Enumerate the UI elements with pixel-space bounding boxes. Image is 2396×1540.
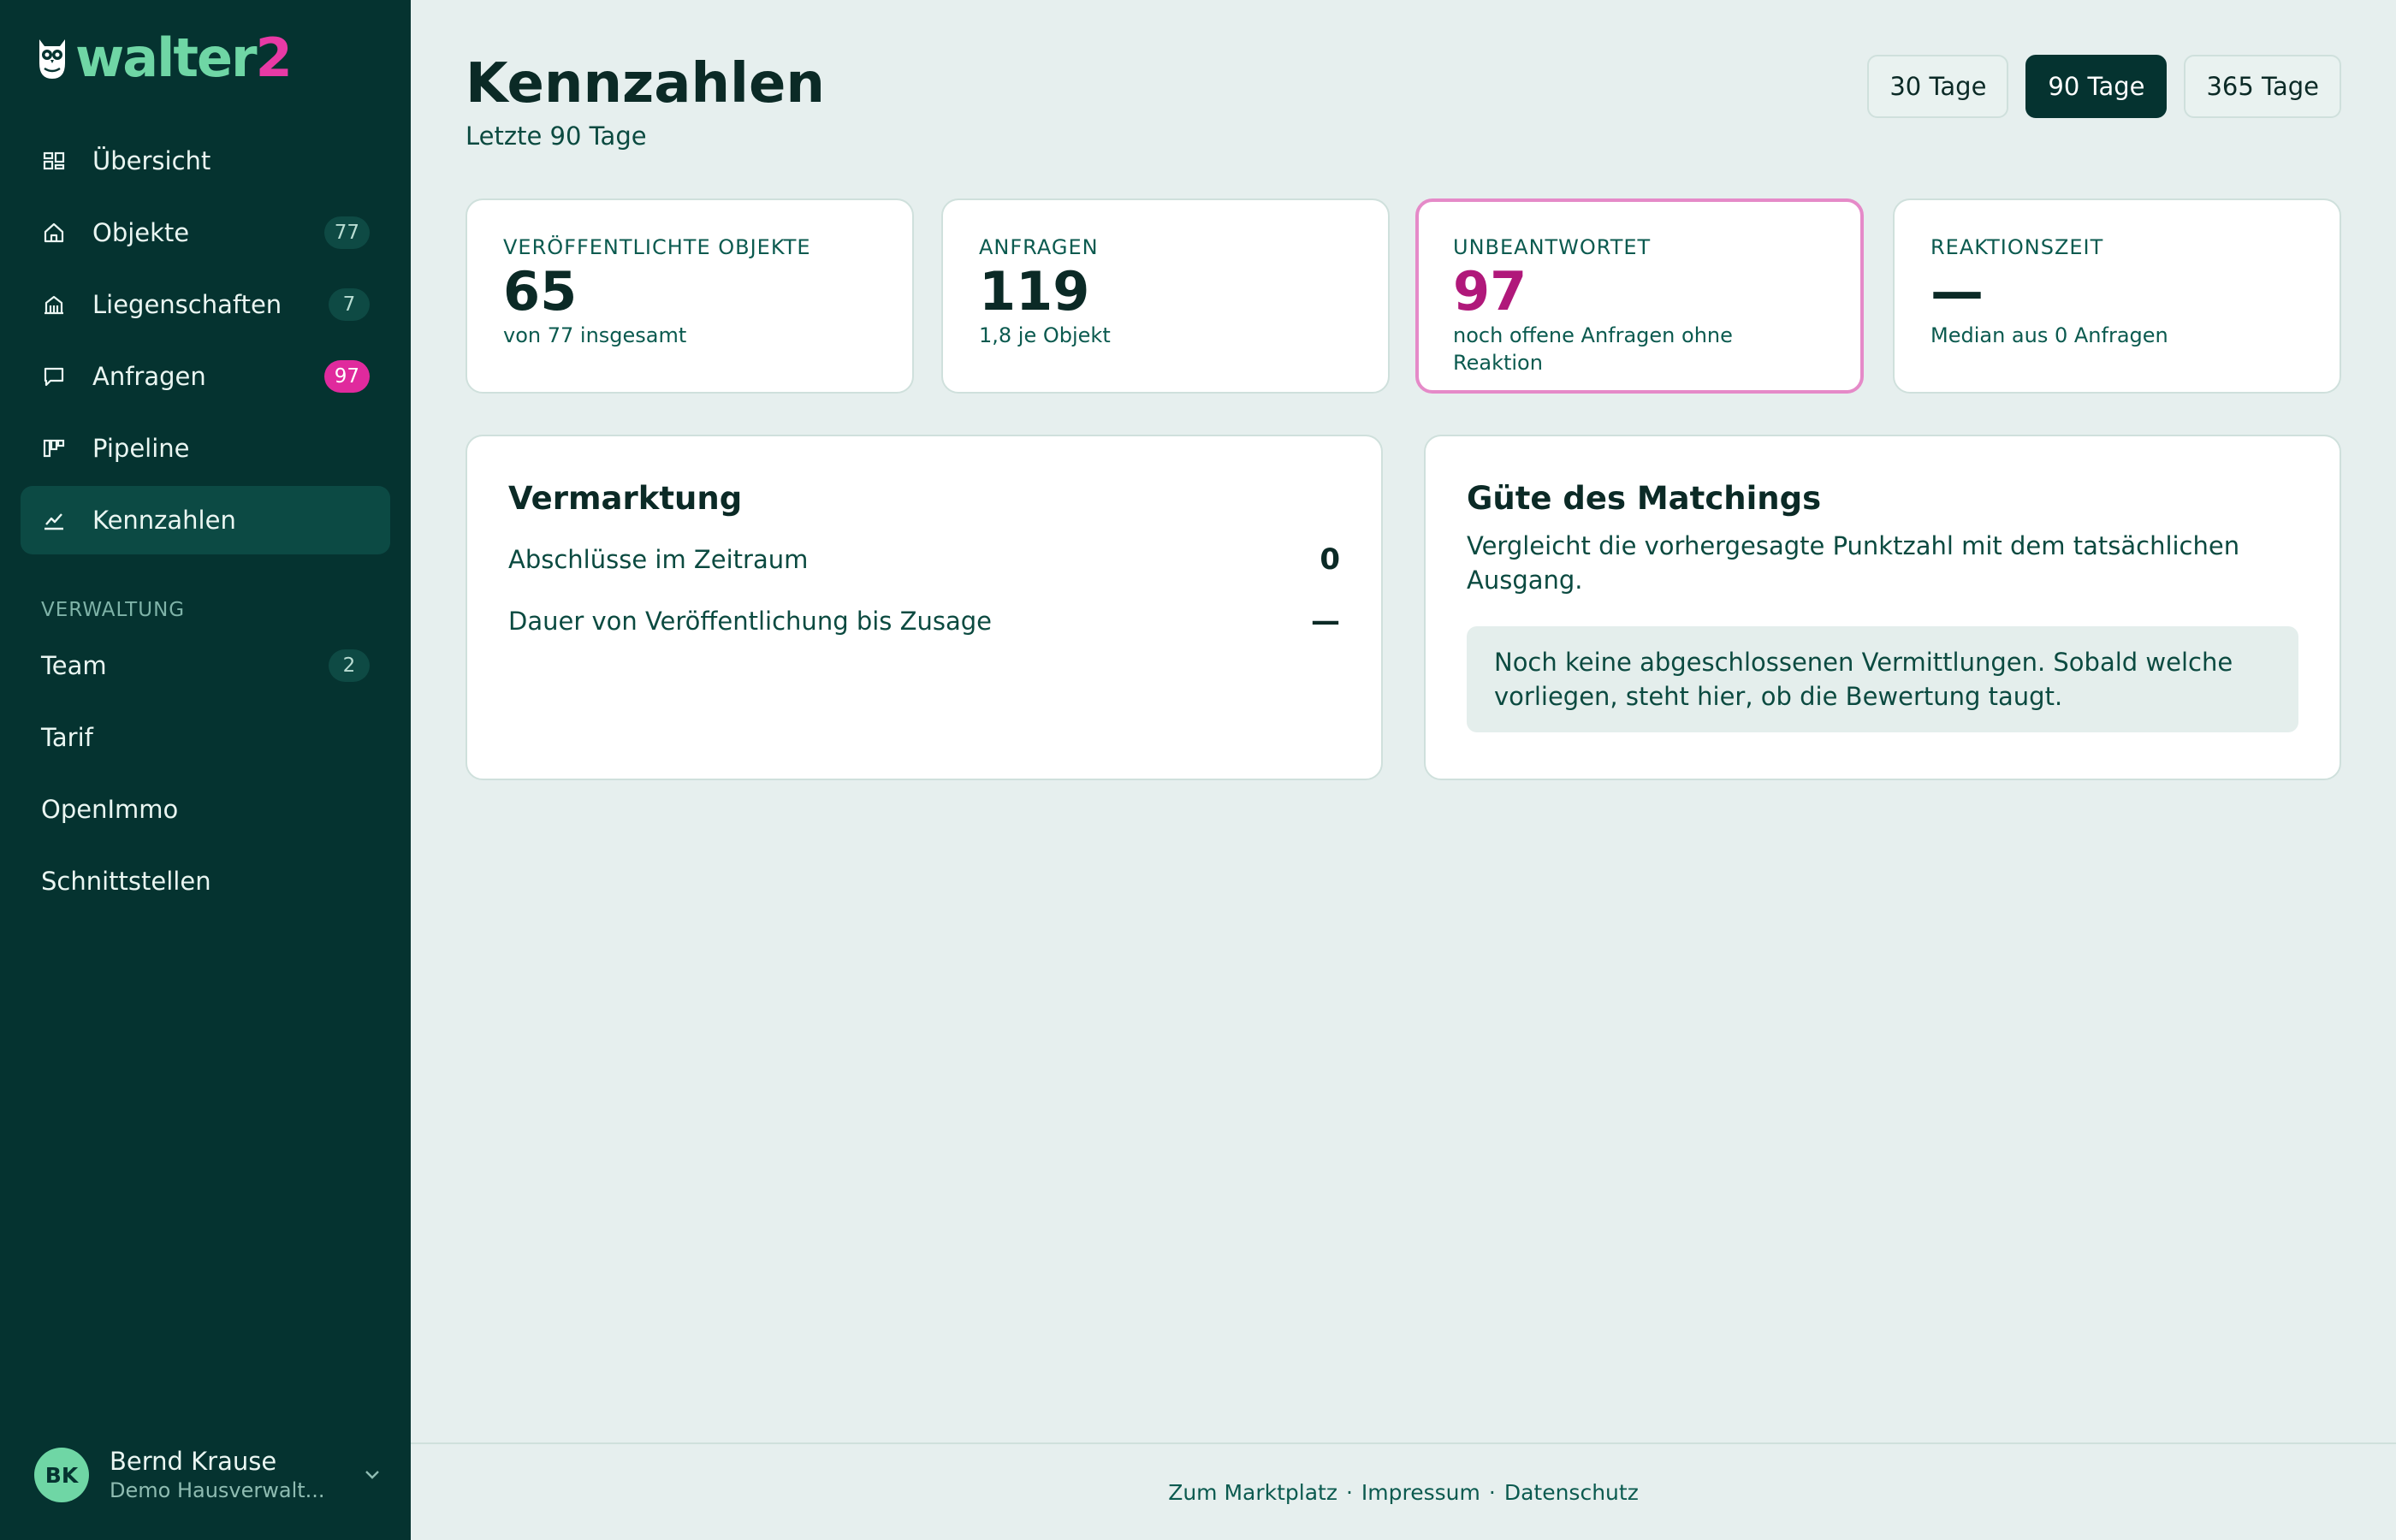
- panel-title: Vermarktung: [508, 480, 743, 517]
- stat-subtext: Median aus 0 Anfragen: [1930, 323, 2168, 347]
- footer: Zum Marktplatz · Impressum · Datenschutz: [411, 1442, 2396, 1540]
- sidebar: walter2 Übersicht Objekte 77 Liegenschaf…: [0, 0, 411, 1540]
- user-menu[interactable]: BK Bernd Krause Demo Hausverwalt...: [34, 1446, 385, 1504]
- nav-label: Team: [41, 651, 107, 680]
- nav-label: OpenImmo: [41, 795, 179, 824]
- stat-label: VERÖFFENTLICHTE OBJEKTE: [503, 235, 811, 259]
- user-info: Bernd Krause Demo Hausverwalt...: [110, 1446, 341, 1504]
- stat-value: 65: [503, 260, 578, 323]
- stat-label: UNBEANTWORTET: [1453, 235, 1652, 259]
- user-org: Demo Hausverwalt...: [110, 1478, 325, 1502]
- stat-value: 97: [1453, 260, 1527, 323]
- chat-icon: [41, 364, 67, 389]
- stat-subtext: 1,8 je Objekt: [979, 323, 1111, 347]
- panel-description: Vergleicht die vorhergesagte Punktzahl m…: [1467, 531, 2240, 595]
- matching-panel: Güte des Matchings Vergleicht die vorher…: [1424, 435, 2341, 780]
- home-icon: [41, 220, 67, 246]
- stat-label: REAKTIONSZEIT: [1930, 235, 2104, 259]
- nav-item-liegenschaften[interactable]: Liegenschaften 7: [21, 270, 390, 339]
- nav-item-schnittstellen[interactable]: Schnittstellen: [21, 847, 390, 915]
- building-icon: [41, 292, 67, 317]
- stat-label: ANFRAGEN: [979, 235, 1099, 259]
- count-badge: 2: [329, 649, 370, 682]
- range-selector: 30 Tage 90 Tage 365 Tage: [1867, 55, 2341, 118]
- brand-logo[interactable]: walter2: [34, 27, 293, 89]
- nav-label: Pipeline: [92, 434, 190, 463]
- nav-label: Objekte: [92, 218, 190, 247]
- page-subtitle: Letzte 90 Tage: [466, 121, 647, 151]
- nav-label: Übersicht: [92, 146, 211, 175]
- chart-line-icon: [41, 507, 67, 533]
- brand-wordmark: walter2: [75, 27, 293, 89]
- nav-label: Liegenschaften: [92, 290, 282, 319]
- chevron-down-icon[interactable]: [359, 1461, 385, 1487]
- footer-link-marktplatz[interactable]: Zum Marktplatz: [1168, 1480, 1337, 1505]
- range-30-button[interactable]: 30 Tage: [1867, 55, 2009, 118]
- footer-link-datenschutz[interactable]: Datenschutz: [1504, 1480, 1639, 1505]
- section-label-verwaltung: VERWALTUNG: [41, 599, 186, 621]
- main-content: Kennzahlen Letzte 90 Tage 30 Tage 90 Tag…: [411, 0, 2396, 1540]
- nav-label: Schnittstellen: [41, 867, 211, 896]
- stat-card-published: VERÖFFENTLICHTE OBJEKTE 65 von 77 insges…: [466, 198, 914, 394]
- range-90-button[interactable]: 90 Tage: [2025, 55, 2168, 118]
- owl-logo-icon: [39, 39, 65, 79]
- kv-value: —: [1311, 604, 1340, 638]
- footer-separator: ·: [1345, 1479, 1353, 1505]
- nav-item-objekte[interactable]: Objekte 77: [21, 198, 390, 267]
- stat-subtext: noch offene Anfragen ohne Reaktion: [1453, 323, 1733, 375]
- footer-link-impressum[interactable]: Impressum: [1361, 1480, 1480, 1505]
- stat-card-response-time: REAKTIONSZEIT — Median aus 0 Anfragen: [1893, 198, 2341, 394]
- user-name: Bernd Krause: [110, 1447, 277, 1476]
- nav-item-kennzahlen[interactable]: Kennzahlen: [21, 486, 390, 554]
- nav-label: Anfragen: [92, 362, 206, 391]
- stat-value: —: [1930, 260, 1984, 323]
- nav-item-uebersicht[interactable]: Übersicht: [21, 127, 390, 195]
- admin-nav: Team 2 Tarif OpenImmo Schnittstellen: [21, 631, 390, 919]
- count-badge: 7: [329, 288, 370, 321]
- range-365-button[interactable]: 365 Tage: [2184, 55, 2341, 118]
- kv-value: 0: [1320, 542, 1340, 577]
- stat-subtext: von 77 insgesamt: [503, 323, 687, 347]
- empty-state-notice: Noch keine abgeschlossenen Vermittlungen…: [1467, 626, 2298, 732]
- count-badge: 77: [323, 216, 370, 249]
- nav-item-team[interactable]: Team 2: [21, 631, 390, 700]
- nav-item-openimmo[interactable]: OpenImmo: [21, 775, 390, 844]
- kv-label: Dauer von Veröffentlichung bis Zusage: [508, 607, 992, 636]
- stat-card-requests: ANFRAGEN 119 1,8 je Objekt: [941, 198, 1390, 394]
- nav-label: Kennzahlen: [92, 506, 236, 535]
- nav-label: Tarif: [41, 723, 93, 752]
- kv-label: Abschlüsse im Zeitraum: [508, 545, 809, 574]
- avatar: BK: [34, 1448, 89, 1502]
- nav-item-tarif[interactable]: Tarif: [21, 703, 390, 772]
- dashboard-icon: [41, 148, 67, 174]
- stat-value: 119: [979, 260, 1090, 323]
- marketing-panel: Vermarktung Abschlüsse im Zeitraum 0 Dau…: [466, 435, 1383, 780]
- nav-item-pipeline[interactable]: Pipeline: [21, 414, 390, 483]
- panel-title: Güte des Matchings: [1467, 480, 1822, 517]
- nav-item-anfragen[interactable]: Anfragen 97: [21, 342, 390, 411]
- count-badge: 97: [323, 360, 370, 393]
- main-nav: Übersicht Objekte 77 Liegenschaften 7 An…: [21, 127, 390, 558]
- kanban-icon: [41, 435, 67, 461]
- kv-row: Dauer von Veröffentlichung bis Zusage —: [508, 604, 1340, 638]
- footer-separator: ·: [1488, 1479, 1496, 1505]
- kv-row: Abschlüsse im Zeitraum 0: [508, 542, 1340, 577]
- stat-card-unanswered[interactable]: UNBEANTWORTET 97 noch offene Anfragen oh…: [1415, 198, 1864, 394]
- page-title: Kennzahlen: [466, 52, 825, 116]
